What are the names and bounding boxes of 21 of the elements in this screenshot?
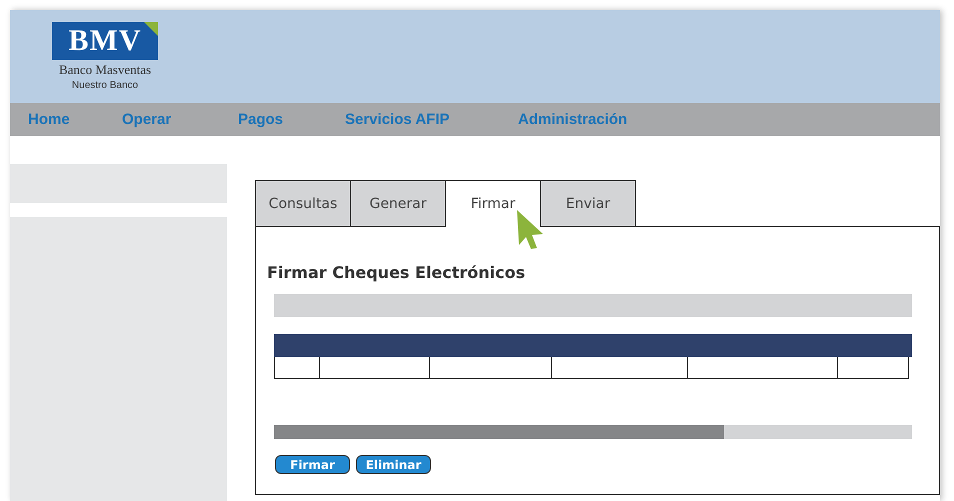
nav-link[interactable]: Servicios AFIP xyxy=(327,111,500,128)
nav-link[interactable]: Pagos xyxy=(220,111,327,128)
scrollbar-thumb[interactable] xyxy=(274,425,724,439)
tab[interactable]: Firmar xyxy=(445,180,541,227)
table-cell xyxy=(837,357,909,379)
table-cell xyxy=(274,357,320,379)
bank-tagline: Nuestro Banco xyxy=(72,80,138,91)
tab[interactable]: Consultas xyxy=(255,180,351,227)
nav-link[interactable]: Operar xyxy=(104,111,220,128)
tab[interactable]: Enviar xyxy=(540,180,636,227)
cursor-arrow-icon xyxy=(515,208,545,250)
tab[interactable]: Generar xyxy=(350,180,446,227)
action-button[interactable]: Eliminar xyxy=(356,455,431,474)
action-button[interactable]: Firmar xyxy=(275,455,350,474)
nav-link[interactable]: Home xyxy=(10,111,104,128)
corner-triangle-icon xyxy=(144,22,158,36)
logo-mark: BMV xyxy=(52,22,158,60)
scrollbar-track[interactable] xyxy=(274,425,912,439)
panel-title: Firmar Cheques Electrónicos xyxy=(267,263,526,282)
nav-link[interactable]: Administración xyxy=(500,111,668,128)
bank-name: Banco Masventas xyxy=(58,62,152,78)
